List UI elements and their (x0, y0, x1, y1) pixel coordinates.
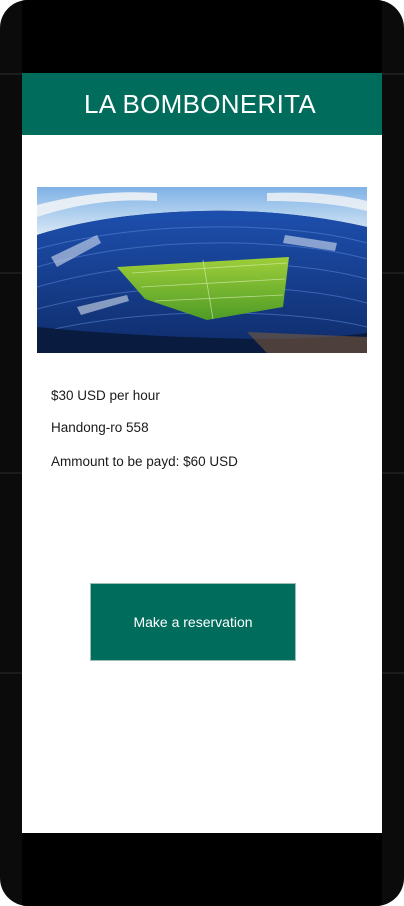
app-screen: LA BOMBONERITA $30 USD per hour Handong-… (22, 73, 382, 833)
page-title: LA BOMBONERITA (84, 88, 316, 119)
stadium-image (37, 187, 367, 353)
bottom-bar (22, 833, 382, 906)
status-area (22, 0, 382, 73)
address-text: Handong-ro 558 (51, 420, 149, 435)
amount-text: Ammount to be payd: $60 USD (51, 454, 238, 469)
app-header: LA BOMBONERITA (22, 73, 382, 135)
price-text: $30 USD per hour (51, 388, 160, 403)
phone-frame: LA BOMBONERITA $30 USD per hour Handong-… (0, 0, 404, 906)
make-reservation-button[interactable]: Make a reservation (90, 583, 296, 661)
